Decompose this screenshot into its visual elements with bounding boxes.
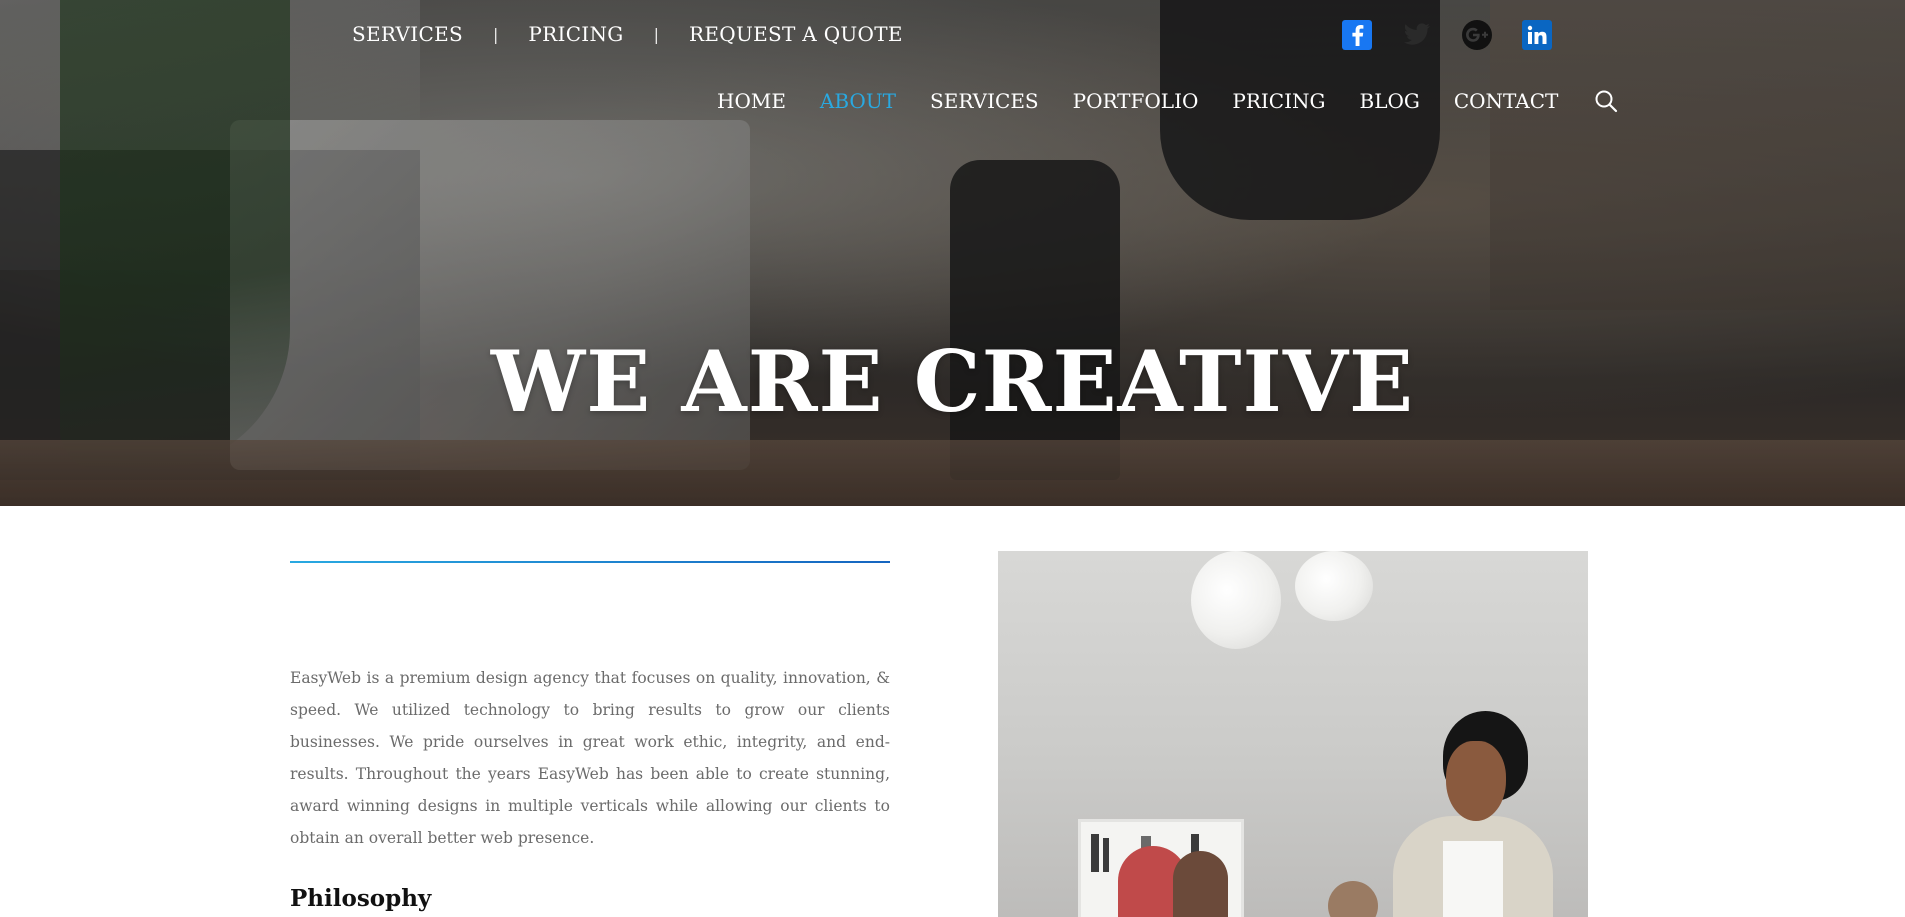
- social-links: [1342, 20, 1552, 50]
- nav-item-about[interactable]: ABOUT: [820, 89, 896, 113]
- nav-item-services[interactable]: SERVICES: [930, 89, 1039, 113]
- about-paragraph: EasyWeb is a premium design agency that …: [290, 668, 890, 847]
- top-utility-nav: SERVICES | PRICING | REQUEST A QUOTE: [352, 22, 903, 46]
- nav-item-home[interactable]: HOME: [717, 89, 786, 113]
- hero-banner: SERVICES | PRICING | REQUEST A QUOTE HOM…: [0, 0, 1905, 506]
- section-divider: [290, 561, 890, 563]
- coworker: [1328, 881, 1378, 917]
- top-link-services[interactable]: SERVICES: [352, 22, 463, 46]
- search-icon[interactable]: [1594, 88, 1620, 114]
- linkedin-icon[interactable]: [1522, 20, 1552, 50]
- top-separator: |: [493, 24, 499, 44]
- nav-item-blog[interactable]: BLOG: [1360, 89, 1420, 113]
- woman-face: [1446, 741, 1506, 821]
- coworker: [1173, 851, 1228, 917]
- pendant-lamp: [1191, 551, 1281, 649]
- nav-item-portfolio[interactable]: PORTFOLIO: [1073, 89, 1199, 113]
- philosophy-heading: Philosophy: [290, 885, 432, 912]
- pendant-lamp: [1295, 551, 1373, 621]
- nav-item-pricing[interactable]: PRICING: [1232, 89, 1325, 113]
- main-nav: HOME ABOUT SERVICES PORTFOLIO PRICING BL…: [717, 88, 1620, 114]
- top-link-request-quote[interactable]: REQUEST A QUOTE: [689, 22, 903, 46]
- hero-title: WE ARE CREATIVE: [490, 332, 1415, 432]
- team-photo: [998, 551, 1588, 917]
- top-link-pricing[interactable]: PRICING: [528, 22, 623, 46]
- top-separator: |: [653, 24, 659, 44]
- woman-shirt: [1443, 841, 1503, 917]
- google-plus-icon[interactable]: [1462, 20, 1492, 50]
- twitter-icon[interactable]: [1402, 20, 1432, 50]
- facebook-icon[interactable]: [1342, 20, 1372, 50]
- nav-item-contact[interactable]: CONTACT: [1454, 89, 1559, 113]
